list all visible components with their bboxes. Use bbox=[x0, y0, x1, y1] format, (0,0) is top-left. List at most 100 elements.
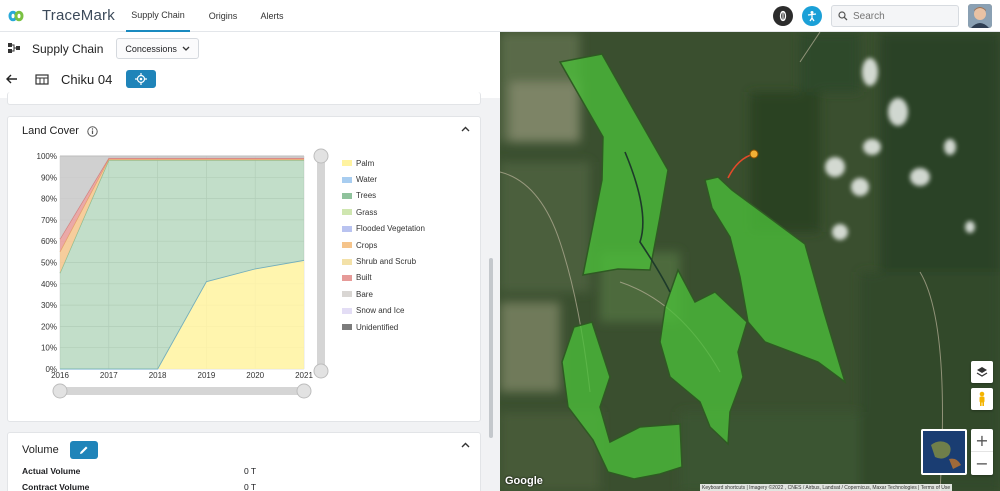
y-tick-label: 30% bbox=[41, 301, 57, 310]
google-logo: Google bbox=[505, 475, 543, 487]
legend-swatch bbox=[342, 209, 352, 216]
zoom-out-button[interactable]: − bbox=[971, 452, 993, 475]
factory-icon bbox=[35, 74, 49, 85]
land-cover-title: Land Cover bbox=[22, 125, 79, 137]
legend-label: Flooded Vegetation bbox=[356, 224, 425, 234]
back-arrow-icon[interactable] bbox=[6, 74, 18, 84]
info-icon[interactable] bbox=[87, 125, 98, 137]
globe-thumbnail-icon bbox=[923, 431, 965, 473]
x-tick-label: 2021 bbox=[295, 371, 313, 380]
legend-label: Grass bbox=[356, 207, 378, 217]
infinity-logo-icon bbox=[8, 10, 24, 21]
tab-alerts[interactable]: Alerts bbox=[252, 0, 292, 32]
tab-origins[interactable]: Origins bbox=[200, 0, 246, 32]
vertical-range-handle-bottom bbox=[313, 363, 329, 379]
horizontal-range-handle-right bbox=[296, 383, 312, 399]
legend-label: Built bbox=[356, 273, 372, 283]
crosshair-icon bbox=[135, 73, 148, 85]
legend-item[interactable]: Unidentified bbox=[342, 319, 425, 335]
land-cover-card: Land Cover 0% 10% 20% 30% 40% 50% 60% 70% 80% 90%… bbox=[7, 116, 481, 422]
actual-volume-value: 0 T bbox=[244, 466, 257, 476]
search-icon bbox=[838, 11, 848, 21]
y-tick-label: 60% bbox=[41, 237, 57, 246]
map-imagery bbox=[500, 32, 1000, 491]
y-tick-label: 20% bbox=[41, 322, 57, 331]
zoom-controls: + − bbox=[971, 429, 993, 475]
y-tick-label: 90% bbox=[41, 173, 57, 182]
map-type-thumbnail[interactable] bbox=[921, 429, 967, 475]
legend-swatch bbox=[342, 274, 352, 281]
map-attribution[interactable]: Keyboard shortcuts | Imagery ©2022 , CNE… bbox=[700, 484, 953, 491]
legend-label: Shrub and Scrub bbox=[356, 257, 417, 267]
legend-item[interactable]: Snow and Ice bbox=[342, 303, 425, 319]
legend-item[interactable]: Flooded Vegetation bbox=[342, 221, 425, 237]
legend-swatch bbox=[342, 324, 352, 331]
x-tick-label: 2017 bbox=[100, 371, 118, 380]
layers-icon bbox=[976, 367, 988, 377]
legend-swatch bbox=[342, 291, 352, 298]
contract-volume-value: 0 T bbox=[244, 482, 257, 491]
edit-volume-button[interactable] bbox=[69, 441, 98, 459]
pencil-icon bbox=[79, 446, 88, 454]
satellite-map[interactable]: Google bbox=[500, 32, 1000, 491]
top-navigation: TraceMark Supply Chain Origins Alerts bbox=[0, 0, 1000, 32]
left-panel: Supply Chain Concessions Chiku 04 Land C… bbox=[0, 32, 500, 491]
chart-legend: Palm Water Trees Grass Flooded Vegetation Cro… bbox=[342, 155, 425, 335]
x-tick-label: 2020 bbox=[246, 371, 264, 380]
y-tick-label: 50% bbox=[41, 259, 57, 268]
legend-swatch bbox=[342, 176, 352, 183]
avatar[interactable] bbox=[968, 4, 992, 28]
x-tick-label: 2018 bbox=[149, 371, 167, 380]
grain-icon[interactable] bbox=[773, 6, 793, 26]
legend-item[interactable]: Water bbox=[342, 171, 425, 187]
panel-header: Supply Chain Concessions Chiku 04 bbox=[0, 32, 500, 98]
legend-swatch bbox=[342, 307, 352, 314]
legend-label: Snow and Ice bbox=[356, 306, 405, 316]
panel-scrollbar[interactable] bbox=[489, 258, 493, 438]
pegman-icon bbox=[979, 391, 985, 406]
legend-label: Unidentified bbox=[356, 322, 399, 332]
street-view-button[interactable] bbox=[971, 388, 993, 410]
volume-title: Volume bbox=[22, 444, 59, 456]
tab-supply-chain[interactable]: Supply Chain bbox=[126, 0, 190, 32]
vertical-range-handle-top bbox=[313, 148, 329, 164]
land-cover-chart: 0%10%20%30%40%50%60%70%80%90%100%2016 201… bbox=[37, 148, 329, 399]
legend-label: Crops bbox=[356, 240, 378, 250]
collapse-chevron-icon[interactable] bbox=[461, 126, 470, 132]
legend-label: Palm bbox=[356, 158, 375, 168]
y-tick-label: 80% bbox=[41, 195, 57, 204]
legend-swatch bbox=[342, 160, 352, 167]
legend-item[interactable]: Crops bbox=[342, 237, 425, 253]
search-field[interactable] bbox=[831, 5, 959, 27]
legend-item[interactable]: Palm bbox=[342, 155, 425, 171]
actual-volume-label: Actual Volume bbox=[22, 466, 81, 476]
contract-volume-label: Contract Volume bbox=[22, 482, 90, 491]
legend-label: Water bbox=[356, 175, 378, 185]
app-name: TraceMark bbox=[42, 7, 115, 24]
legend-item[interactable]: Bare bbox=[342, 286, 425, 302]
collapse-chevron-icon[interactable] bbox=[461, 442, 470, 448]
entity-name: Chiku 04 bbox=[61, 71, 113, 87]
y-tick-label: 10% bbox=[41, 344, 57, 353]
horizontal-range-handle-left bbox=[52, 383, 68, 399]
legend-item[interactable]: Shrub and Scrub bbox=[342, 253, 425, 269]
chevron-down-icon bbox=[182, 46, 190, 51]
logo[interactable]: TraceMark bbox=[8, 7, 118, 24]
legend-item[interactable]: Trees bbox=[342, 188, 425, 204]
person-activity-icon[interactable] bbox=[802, 6, 822, 26]
x-tick-label: 2019 bbox=[198, 371, 216, 380]
legend-label: Trees bbox=[356, 191, 377, 201]
map-layers-button[interactable] bbox=[971, 361, 993, 383]
concessions-dropdown[interactable]: Concessions bbox=[116, 38, 199, 59]
volume-card: Volume Actual Volume 0 T Contract Volume… bbox=[7, 432, 481, 491]
legend-item[interactable]: Grass bbox=[342, 204, 425, 220]
search-input[interactable] bbox=[853, 10, 953, 22]
legend-label: Bare bbox=[356, 289, 373, 299]
y-tick-label: 40% bbox=[41, 280, 57, 289]
panel-title: Supply Chain bbox=[32, 41, 104, 56]
hierarchy-icon bbox=[8, 42, 20, 53]
zoom-in-button[interactable]: + bbox=[971, 429, 993, 452]
locate-on-map-button[interactable] bbox=[126, 70, 157, 88]
legend-item[interactable]: Built bbox=[342, 270, 425, 286]
y-tick-label: 70% bbox=[41, 216, 57, 225]
